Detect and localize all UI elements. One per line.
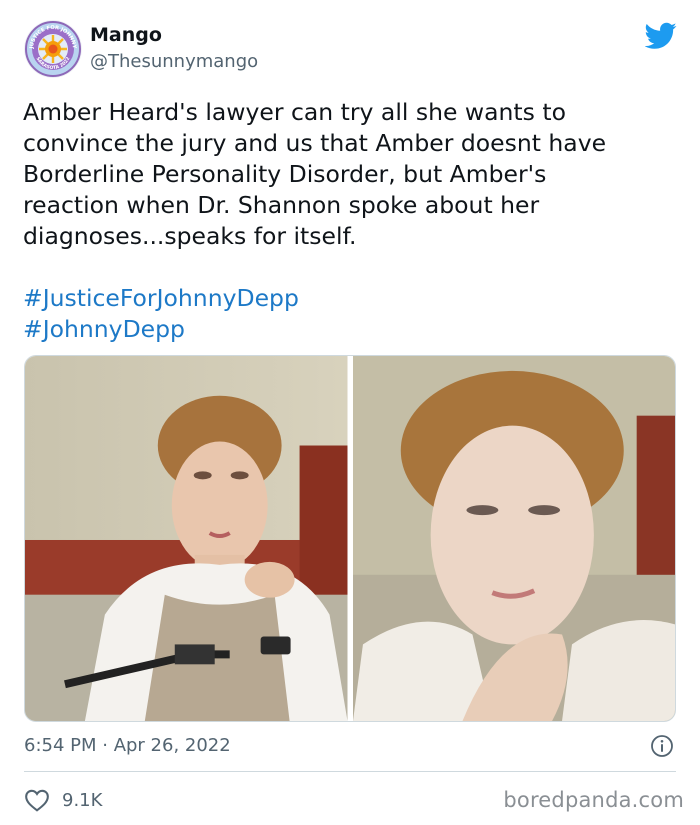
like-count: 9.1K bbox=[62, 789, 103, 811]
watermark: boredpanda.com bbox=[503, 788, 684, 812]
tweet-text-line: reaction when Dr. Shannon spoke about he… bbox=[23, 191, 540, 219]
divider bbox=[24, 771, 676, 772]
display-name[interactable]: Mango bbox=[90, 24, 162, 46]
media-grid bbox=[24, 355, 676, 722]
tweet-text-line: convince the jury and us that Amber does… bbox=[23, 129, 607, 157]
info-icon[interactable] bbox=[650, 734, 674, 758]
hashtag-list: #JusticeForJohnnyDepp #JohnnyDepp bbox=[23, 283, 299, 345]
courtroom-photo-left bbox=[25, 356, 348, 721]
tweet-text-line: diagnoses...speaks for itself. bbox=[23, 222, 357, 250]
tweet-timestamp[interactable]: 6:54 PM · Apr 26, 2022 bbox=[24, 735, 231, 757]
heart-icon bbox=[25, 789, 49, 812]
avatar[interactable]: JUSTICE FOR JOHNNY SARASOTA 2022 bbox=[24, 20, 82, 78]
courtroom-photo-right bbox=[352, 356, 675, 721]
avatar-badge-image: JUSTICE FOR JOHNNY SARASOTA 2022 bbox=[24, 20, 82, 78]
tweet-card: JUSTICE FOR JOHNNY SARASOTA 2022 Mango @… bbox=[0, 0, 700, 825]
tweet-photo-1[interactable] bbox=[25, 356, 348, 721]
hashtag-link-johnnydepp[interactable]: #JohnnyDepp bbox=[23, 314, 299, 345]
like-button[interactable]: 9.1K bbox=[24, 788, 102, 812]
tweet-text-line: Amber Heard's lawyer can try all she wan… bbox=[23, 98, 566, 126]
user-handle[interactable]: @Thesunnymango bbox=[90, 51, 258, 73]
tweet-photo-2[interactable] bbox=[352, 356, 675, 721]
tweet-text-line: Borderline Personality Disorder, but Amb… bbox=[23, 160, 547, 188]
twitter-bird-icon[interactable] bbox=[645, 22, 677, 50]
tweet-text: Amber Heard's lawyer can try all she wan… bbox=[23, 97, 678, 252]
hashtag-link-justicefor[interactable]: #JusticeForJohnnyDepp bbox=[23, 283, 299, 314]
